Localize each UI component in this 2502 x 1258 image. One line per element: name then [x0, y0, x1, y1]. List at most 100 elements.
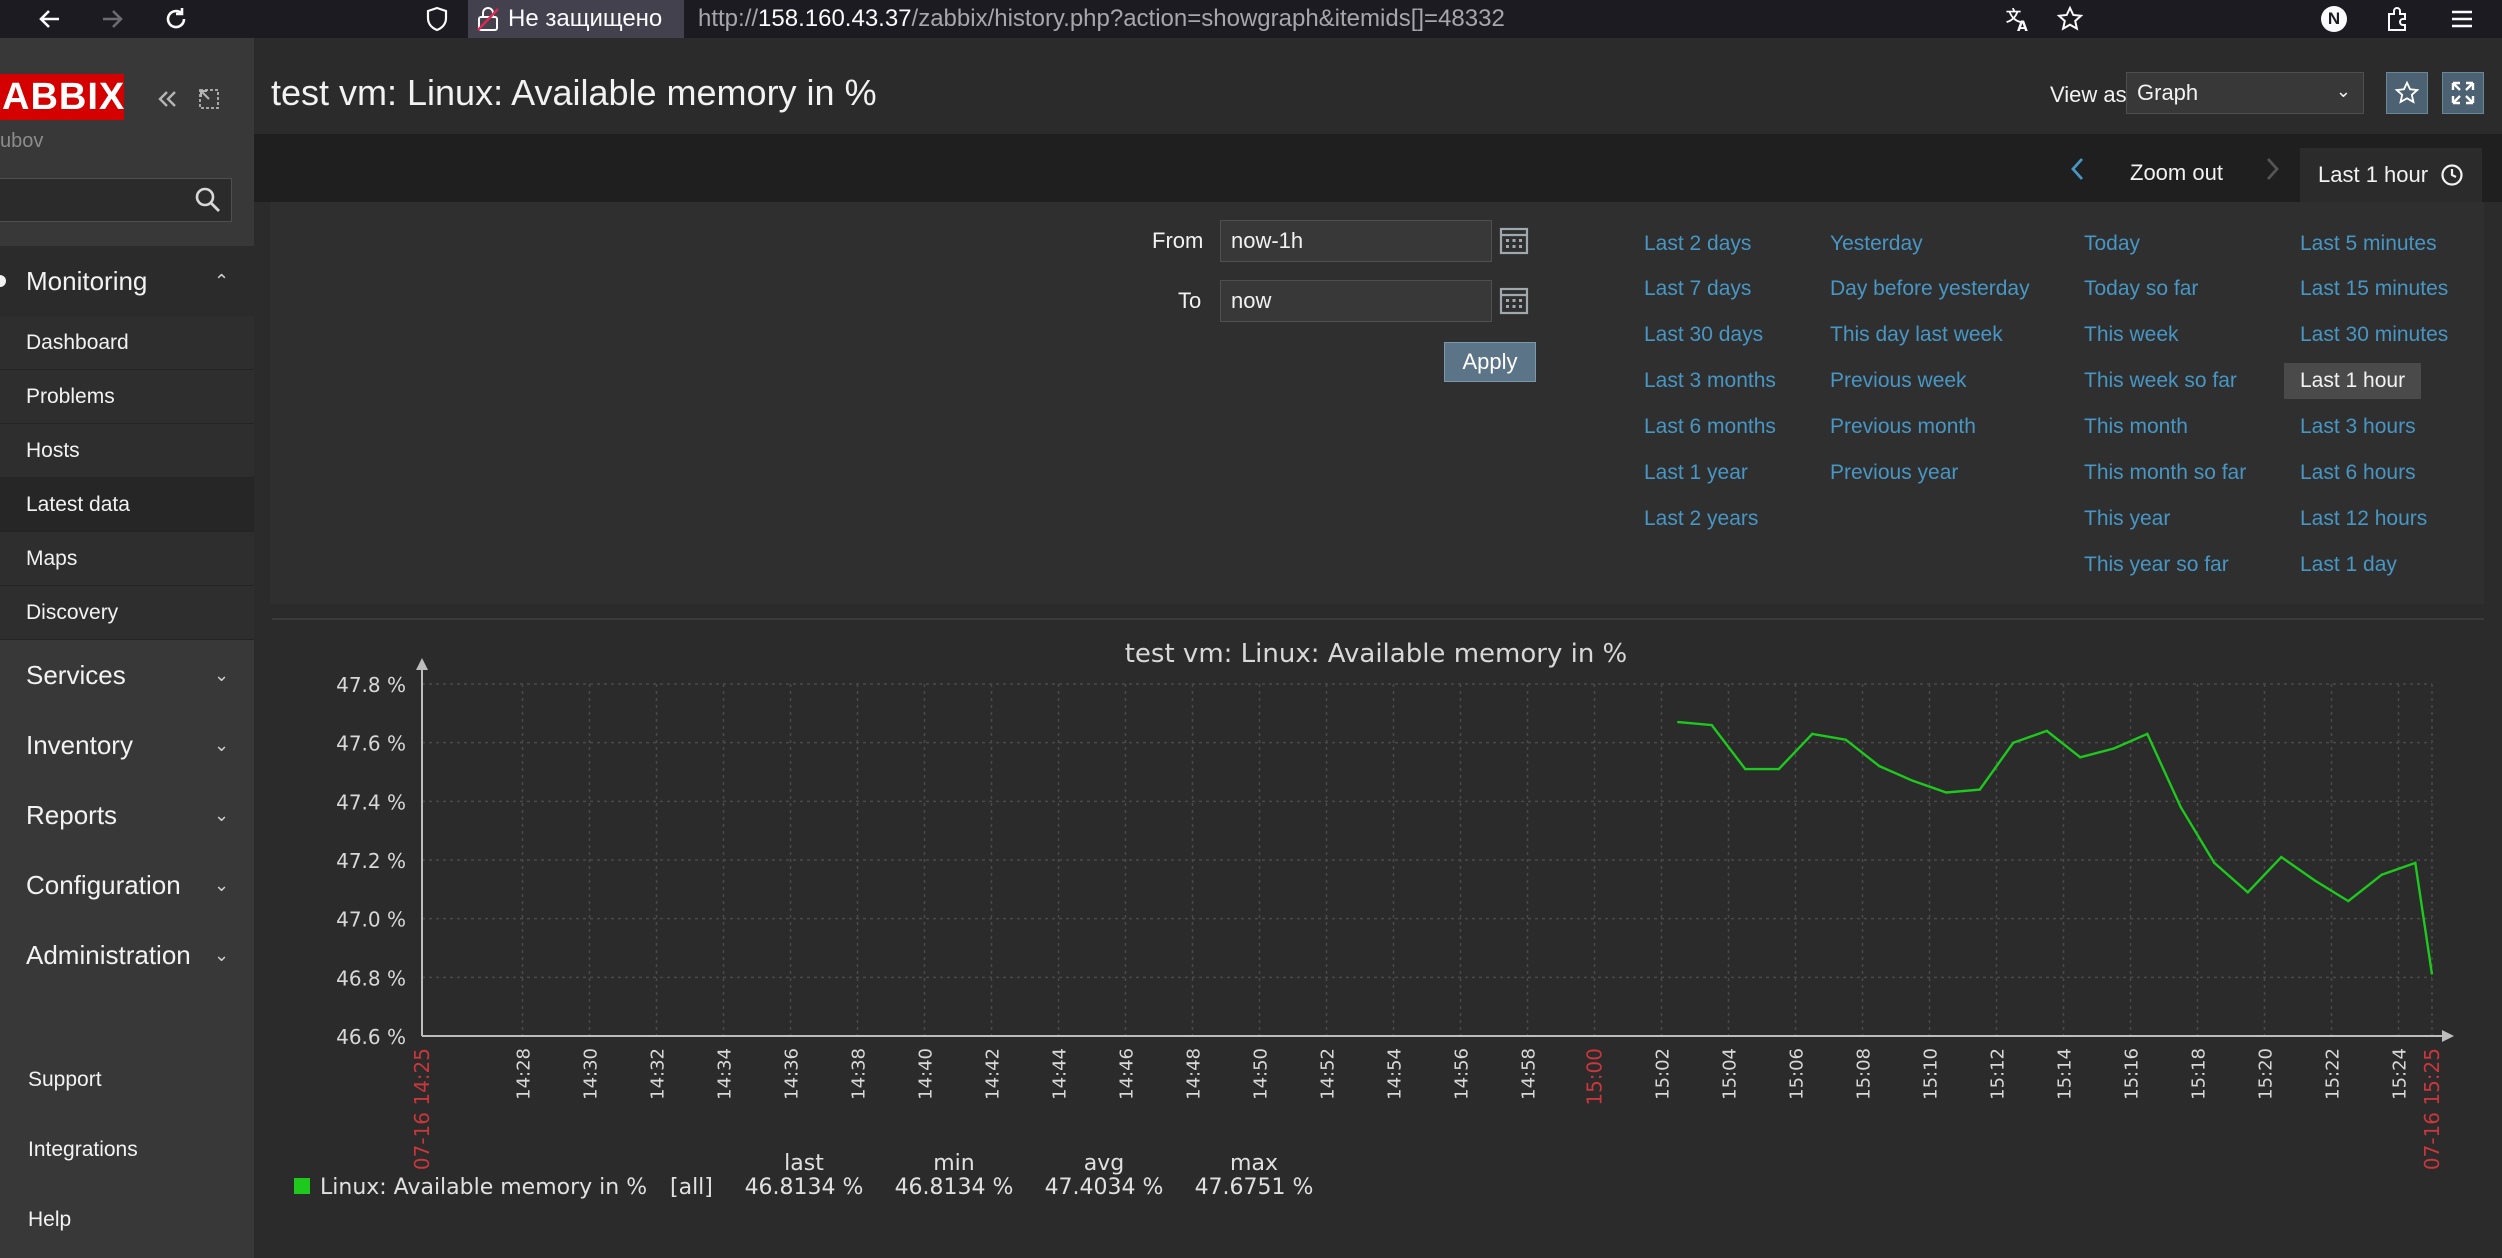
sidebar-help[interactable]: Help — [28, 1208, 71, 1232]
menu-icon[interactable] — [2442, 2, 2482, 36]
chevron-up-icon: ⌃ — [214, 270, 230, 291]
to-label: To — [1178, 288, 1202, 313]
apply-button[interactable]: Apply — [1444, 342, 1536, 382]
data-point — [1811, 732, 1814, 736]
quick-range-link[interactable]: Last 30 days — [1644, 323, 1763, 347]
profile-avatar[interactable]: N — [2314, 2, 2354, 36]
quick-range-link[interactable]: Last 1 day — [2300, 553, 2397, 577]
translate-icon[interactable]: 文A — [1998, 2, 2038, 36]
menu-inventory-label: Inventory — [26, 729, 133, 760]
quick-range-link[interactable]: Last 30 minutes — [2300, 323, 2448, 347]
sidebar-support[interactable]: Support — [28, 1068, 102, 1092]
calendar-icon[interactable] — [1496, 282, 1532, 318]
fullscreen-icon — [2451, 81, 2475, 105]
data-point — [2280, 855, 2283, 859]
back-icon[interactable] — [30, 2, 70, 36]
x-tick-label: 15:16 — [2122, 1048, 2143, 1100]
quick-range-link[interactable]: Today — [2084, 232, 2140, 256]
chevron-down-icon: ⌄ — [214, 804, 230, 825]
menu-services[interactable]: Services ⌄ — [0, 640, 254, 710]
menu-configuration[interactable]: Configuration ⌄ — [0, 850, 254, 920]
browser-toolbar: Не защищено http://158.160.43.37/zabbix/… — [0, 0, 2502, 38]
avatar-letter: N — [2321, 6, 2347, 32]
menu-reports[interactable]: Reports ⌄ — [0, 780, 254, 850]
menu-monitoring[interactable]: Monitoring ⌃ — [0, 246, 254, 316]
quick-range-link[interactable]: This day last week — [1830, 323, 2003, 347]
quick-range-link[interactable]: Last 6 hours — [2300, 461, 2416, 485]
collapse-sidebar-icon[interactable] — [150, 82, 184, 116]
quick-range-link[interactable]: This week — [2084, 323, 2179, 347]
memory-graph[interactable]: test vm: Linux: Available memory in % 47… — [272, 620, 2484, 1254]
quick-range-link[interactable]: This year — [2084, 507, 2170, 531]
quick-range-link[interactable]: This month — [2084, 415, 2188, 439]
tracking-shield-icon[interactable] — [424, 6, 450, 37]
y-tick-label: 47.4 % — [336, 790, 406, 814]
quick-range-link[interactable]: Previous month — [1830, 415, 1976, 439]
from-field[interactable]: now-1h — [1220, 220, 1492, 262]
quick-range-link[interactable]: Last 2 years — [1644, 507, 1758, 531]
quick-range-link[interactable]: Previous week — [1830, 369, 1967, 393]
x-tick-label: 14:38 — [849, 1048, 870, 1100]
to-value: now — [1231, 288, 1272, 313]
quick-range-link[interactable]: Last 2 days — [1644, 232, 1751, 256]
sidebar-item-label: Dashboard — [26, 330, 129, 354]
menu-monitoring-label: Monitoring — [26, 265, 148, 296]
quick-range-link[interactable]: Last 7 days — [1644, 277, 1751, 301]
address-bar[interactable]: http://158.160.43.37/zabbix/history.php?… — [698, 5, 1505, 33]
quick-range-link[interactable]: This year so far — [2084, 553, 2229, 577]
quick-range-link[interactable]: Last 1 year — [1644, 461, 1748, 485]
chevron-left-icon[interactable] — [2068, 154, 2088, 191]
quick-range-link[interactable]: Previous year — [1830, 461, 1958, 485]
add-to-favorites-button[interactable] — [2386, 72, 2428, 114]
x-tick-label: 14:40 — [916, 1048, 937, 1100]
sidebar-item-label: Latest data — [26, 492, 130, 516]
quick-range-link[interactable]: This week so far — [2084, 369, 2237, 393]
fullscreen-button[interactable] — [2442, 72, 2484, 114]
x-axis-arrow — [2442, 1030, 2454, 1042]
quick-range-link[interactable]: Today so far — [2084, 277, 2198, 301]
calendar-icon[interactable] — [1496, 222, 1532, 258]
sidebar-item-problems[interactable]: Problems — [0, 370, 254, 424]
sidebar-item-latest-data[interactable]: Latest data — [0, 478, 254, 532]
x-tick-label: 14:30 — [581, 1048, 602, 1100]
extensions-icon[interactable] — [2378, 2, 2418, 36]
reload-icon[interactable] — [156, 2, 196, 36]
legend-value-avg: 47.4034 % — [1045, 1175, 1164, 1200]
quick-range-link[interactable]: Yesterday — [1830, 232, 1923, 256]
quick-range-link[interactable]: Last 12 hours — [2300, 507, 2427, 531]
zoom-out-button[interactable]: Zoom out — [2130, 160, 2223, 186]
sidebar-item-maps[interactable]: Maps — [0, 532, 254, 586]
y-tick-label: 47.6 % — [336, 732, 406, 756]
quick-range-link[interactable]: This month so far — [2084, 461, 2246, 485]
sidebar-item-discovery[interactable]: Discovery — [0, 586, 254, 640]
to-field[interactable]: now — [1220, 280, 1492, 322]
menu-administration[interactable]: Administration ⌄ — [0, 920, 254, 990]
quick-range-link-selected[interactable]: Last 1 hour — [2284, 363, 2422, 399]
quick-range-link[interactable]: Last 5 minutes — [2300, 232, 2437, 256]
sidebar-item-dashboard[interactable]: Dashboard — [0, 316, 254, 370]
sidebar-integrations[interactable]: Integrations — [28, 1138, 138, 1162]
menu-reports-label: Reports — [26, 799, 118, 830]
sidebar-item-hosts[interactable]: Hosts — [0, 424, 254, 478]
quick-range-link[interactable]: Last 3 months — [1644, 369, 1776, 393]
quick-range-link[interactable]: Last 6 months — [1644, 415, 1776, 439]
zabbix-logo[interactable]: ABBIX — [0, 74, 124, 120]
chevron-right-icon[interactable] — [2262, 154, 2282, 191]
bookmark-star-icon[interactable] — [2050, 2, 2090, 36]
security-indicator[interactable]: Не защищено — [468, 0, 684, 38]
tab-time-range[interactable]: Last 1 hour — [2300, 148, 2482, 202]
x-tick-label: 14:44 — [1050, 1048, 1071, 1100]
x-tick-label: 07-16 15:25 — [2420, 1048, 2444, 1170]
quick-range-link[interactable]: Day before yesterday — [1830, 277, 2030, 301]
x-tick-label: 15:08 — [1854, 1048, 1875, 1100]
x-tick-label: 15:14 — [2055, 1048, 2076, 1100]
forward-icon[interactable] — [92, 2, 132, 36]
kiosk-mode-icon[interactable] — [192, 82, 226, 116]
from-value: now-1h — [1231, 228, 1304, 253]
menu-inventory[interactable]: Inventory ⌄ — [0, 710, 254, 780]
menu-configuration-label: Configuration — [26, 869, 181, 900]
quick-range-link[interactable]: Last 3 hours — [2300, 415, 2416, 439]
view-as-select[interactable]: Graph ⌄ — [2126, 72, 2364, 114]
search-icon[interactable] — [194, 186, 222, 219]
quick-range-link[interactable]: Last 15 minutes — [2300, 277, 2448, 301]
